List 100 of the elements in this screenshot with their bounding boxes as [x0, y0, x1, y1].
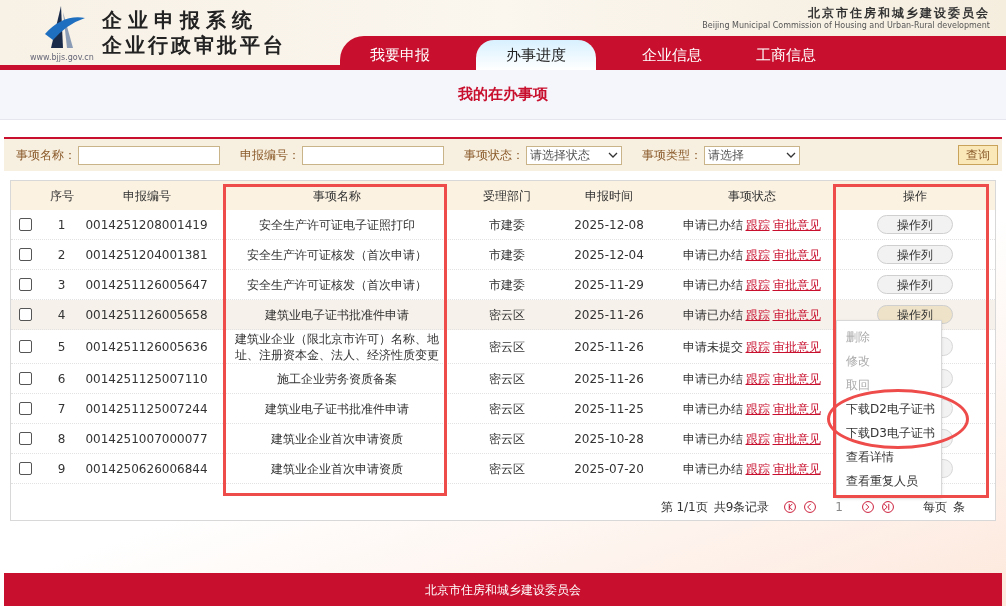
table-cell-text: 2025-12-08 [573, 216, 645, 234]
row-link[interactable]: 审批意见 [772, 399, 821, 418]
table-cell-text: 2025-11-26 [573, 370, 645, 388]
row-checkbox[interactable] [18, 278, 32, 291]
row-checkbox[interactable] [18, 372, 32, 385]
filter-label: 事项名称： [16, 147, 76, 164]
page-title: 我的在办事项 [458, 84, 548, 106]
nav-tab[interactable]: 企业信息 [634, 40, 710, 70]
row-link[interactable]: 跟踪 [745, 369, 770, 388]
table-cell-text: 8 [56, 430, 67, 448]
logo-caption: www.bjjs.gov.cn [30, 53, 94, 62]
table-cell-text: 3 [56, 276, 67, 294]
system-title: 企业申报系统 [101, 7, 259, 33]
organization-name-english: Beijing Municipal Commission of Housing and Urban-Rural development [702, 20, 990, 31]
row-link[interactable]: 跟踪 [745, 245, 770, 264]
table-cell-text: 密云区 [487, 370, 526, 388]
table-cell-text: 申请已办结 [682, 306, 743, 324]
filter-field[interactable] [302, 145, 444, 165]
table-cell-text: 密云区 [487, 338, 526, 356]
table-cell-text: 2025-10-28 [573, 430, 645, 448]
row-action-button[interactable]: 操作列 [876, 215, 953, 234]
current-page[interactable]: 1 [835, 498, 843, 516]
row-link[interactable]: 审批意见 [772, 245, 821, 264]
column-header: 受理部门 [481, 187, 532, 205]
menu-item[interactable]: 查看重复人员 [837, 469, 941, 493]
row-action-button[interactable]: 操作列 [876, 275, 953, 294]
row-link[interactable]: 审批意见 [772, 459, 821, 478]
table-cell-text: 1 [56, 216, 67, 234]
filter-label: 申报编号： [240, 147, 300, 164]
row-link[interactable]: 跟踪 [745, 429, 770, 448]
table-cell-text: 申请已办结 [682, 246, 743, 264]
table-cell-text: 0014251007000077 [84, 430, 209, 448]
table-cell-text: 2025-07-20 [573, 460, 645, 478]
first-page-icon[interactable] [783, 500, 798, 514]
row-link[interactable]: 跟踪 [745, 459, 770, 478]
row-checkbox[interactable] [18, 432, 32, 445]
filter-dropdown[interactable]: 请选择 [704, 145, 800, 165]
per-page-unit: 条 [953, 499, 965, 516]
row-checkbox[interactable] [18, 248, 32, 261]
nav-tab[interactable]: 工商信息 [748, 40, 824, 70]
table-cell-text: 市建委 [487, 216, 526, 234]
filter-label: 事项状态： [464, 147, 524, 164]
row-checkbox[interactable] [18, 308, 32, 321]
search-button[interactable]: 查询 [958, 145, 998, 165]
table-cell-text: 申请已办结 [682, 430, 743, 448]
filter-label: 事项类型： [642, 147, 702, 164]
chevron-icon [786, 152, 796, 158]
table-cell-text: 安全生产许可证电子证照打印 [257, 216, 416, 233]
previous-page-icon[interactable] [803, 500, 818, 514]
filter-field[interactable] [78, 145, 220, 165]
table-cell-text: 2025-11-26 [573, 306, 645, 324]
chevron-icon [608, 152, 618, 158]
row-link[interactable]: 审批意见 [772, 275, 821, 294]
table-cell-text: 7 [56, 400, 67, 418]
table-cell-text: 申请已办结 [682, 370, 743, 388]
column-header: 操作 [901, 187, 928, 205]
organization-name: 北京市住房和城乡建设委员会 [808, 5, 990, 21]
table-cell-text: 申请未提交 [682, 338, 743, 356]
row-link[interactable]: 跟踪 [745, 399, 770, 418]
column-header: 事项名称 [311, 187, 362, 205]
per-page-label: 每页 [923, 499, 947, 516]
row-link[interactable]: 审批意见 [772, 337, 821, 356]
nav-tab[interactable]: 我要申报 [362, 40, 438, 70]
footer-text: 北京市住房和城乡建设委员会 [425, 581, 581, 599]
table-cell-text: 申请已办结 [682, 460, 743, 478]
row-link[interactable]: 审批意见 [772, 305, 821, 324]
table-cell-text: 0014251125007244 [84, 400, 209, 418]
row-checkbox[interactable] [18, 462, 32, 475]
menu-item[interactable]: 下载D2电子证书 [837, 397, 941, 421]
table-cell-text: 申请已办结 [682, 400, 743, 418]
row-link[interactable]: 跟踪 [745, 305, 770, 324]
row-checkbox[interactable] [18, 218, 32, 231]
row-link[interactable]: 审批意见 [772, 429, 821, 448]
filter-dropdown[interactable]: 请选择状态 [526, 145, 622, 165]
row-link[interactable]: 跟踪 [745, 275, 770, 294]
last-page-icon[interactable] [881, 500, 895, 514]
row-action-button[interactable]: 操作列 [876, 245, 953, 264]
table-cell-text: 0014251126005647 [84, 276, 209, 294]
table-cell-text: 0014251126005636 [84, 338, 209, 356]
row-link[interactable]: 跟踪 [745, 337, 770, 356]
table-cell-text: 2025-11-29 [573, 276, 645, 294]
pager-total: 共9条记录 [713, 499, 770, 516]
pager-info: 第 1/1页 [660, 499, 708, 516]
menu-item[interactable]: 下载D3电子证书 [837, 421, 941, 445]
menu-item[interactable]: 查看详情 [837, 445, 941, 469]
column-header: 序号 [48, 187, 75, 205]
row-link[interactable]: 审批意见 [772, 369, 821, 388]
row-link[interactable]: 跟踪 [745, 215, 770, 234]
table-cell-text: 2025-12-04 [573, 246, 645, 264]
table-cell-text: 申请已办结 [682, 216, 743, 234]
column-header: 事项状态 [726, 187, 777, 205]
row-link[interactable]: 审批意见 [772, 215, 821, 234]
table-cell-text: 建筑业企业首次申请资质 [269, 460, 404, 477]
row-checkbox[interactable] [18, 340, 32, 353]
nav-tab[interactable]: 办事进度 [476, 40, 596, 70]
table-cell-text: 2025-11-25 [573, 400, 645, 418]
table-cell-text: 0014251126005658 [84, 306, 209, 324]
column-header: 申报时间 [584, 187, 634, 205]
next-page-icon[interactable] [861, 500, 875, 514]
row-checkbox[interactable] [18, 402, 32, 415]
